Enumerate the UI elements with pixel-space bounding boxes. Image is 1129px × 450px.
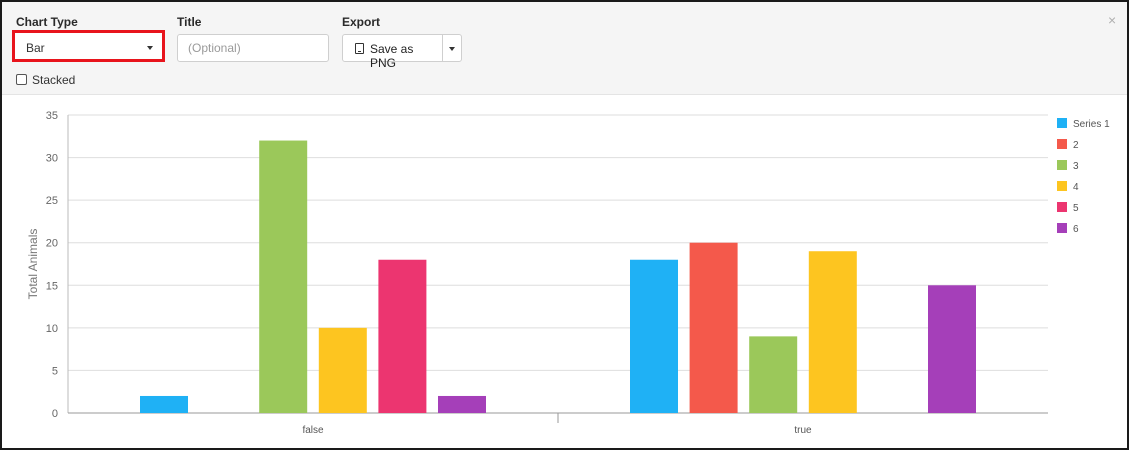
legend-swatch [1057, 160, 1067, 170]
legend-swatch [1057, 139, 1067, 149]
export-options-dropdown-button[interactable] [442, 34, 462, 62]
chart-type-select[interactable]: Bar [12, 30, 165, 62]
y-tick-label: 5 [52, 365, 58, 377]
legend-item-label: 3 [1073, 161, 1079, 172]
file-image-icon [355, 43, 364, 54]
legend-item-label: 2 [1073, 140, 1079, 151]
legend-swatch [1057, 223, 1067, 233]
bar [808, 251, 857, 413]
x-tick-label: true [794, 425, 812, 436]
bar [630, 259, 678, 413]
close-icon[interactable]: × [1108, 13, 1116, 27]
y-tick-label: 20 [46, 238, 58, 250]
bar [318, 327, 367, 413]
legend-item-label: 6 [1073, 224, 1079, 235]
stacked-checkbox[interactable] [16, 74, 27, 85]
x-tick-label: false [302, 425, 324, 436]
legend-item-label: Series 1 [1073, 119, 1110, 130]
stacked-label[interactable]: Stacked [32, 73, 75, 87]
legend-swatch [1057, 181, 1067, 191]
bar [140, 395, 188, 413]
y-tick-label: 10 [46, 323, 58, 335]
legend-item-label: 4 [1073, 182, 1079, 193]
bar [928, 285, 976, 413]
title-input[interactable] [177, 34, 329, 62]
bar [259, 140, 308, 414]
bar [749, 336, 798, 413]
export-label: Export [342, 15, 381, 29]
bar [689, 242, 738, 413]
bar-chart: 05101520253035Total Animalsfalse trueSeri… [26, 110, 1110, 436]
legend-item-label: 5 [1073, 203, 1079, 214]
title-label: Title [177, 15, 202, 29]
y-axis-title: Total Animals [26, 229, 40, 300]
bar [378, 259, 427, 413]
chart-type-label: Chart Type [16, 15, 78, 29]
legend-swatch [1057, 202, 1067, 212]
save-as-png-label: Save as PNG [370, 42, 414, 70]
chart-options-toolbar: Chart Type Bar Title Export Save as PNG … [2, 2, 1127, 95]
legend-swatch [1057, 118, 1067, 128]
chevron-down-icon [147, 46, 153, 50]
y-tick-label: 15 [46, 280, 58, 292]
y-tick-label: 25 [46, 195, 58, 207]
chart-type-value: Bar [26, 41, 45, 55]
chart-dialog: Chart Type Bar Title Export Save as PNG … [0, 0, 1129, 450]
bar [438, 395, 486, 413]
y-tick-label: 35 [46, 110, 58, 122]
save-as-png-button[interactable]: Save as PNG [342, 34, 443, 70]
y-tick-label: 0 [52, 408, 58, 420]
y-tick-label: 30 [46, 153, 58, 165]
chevron-down-icon [449, 47, 455, 51]
